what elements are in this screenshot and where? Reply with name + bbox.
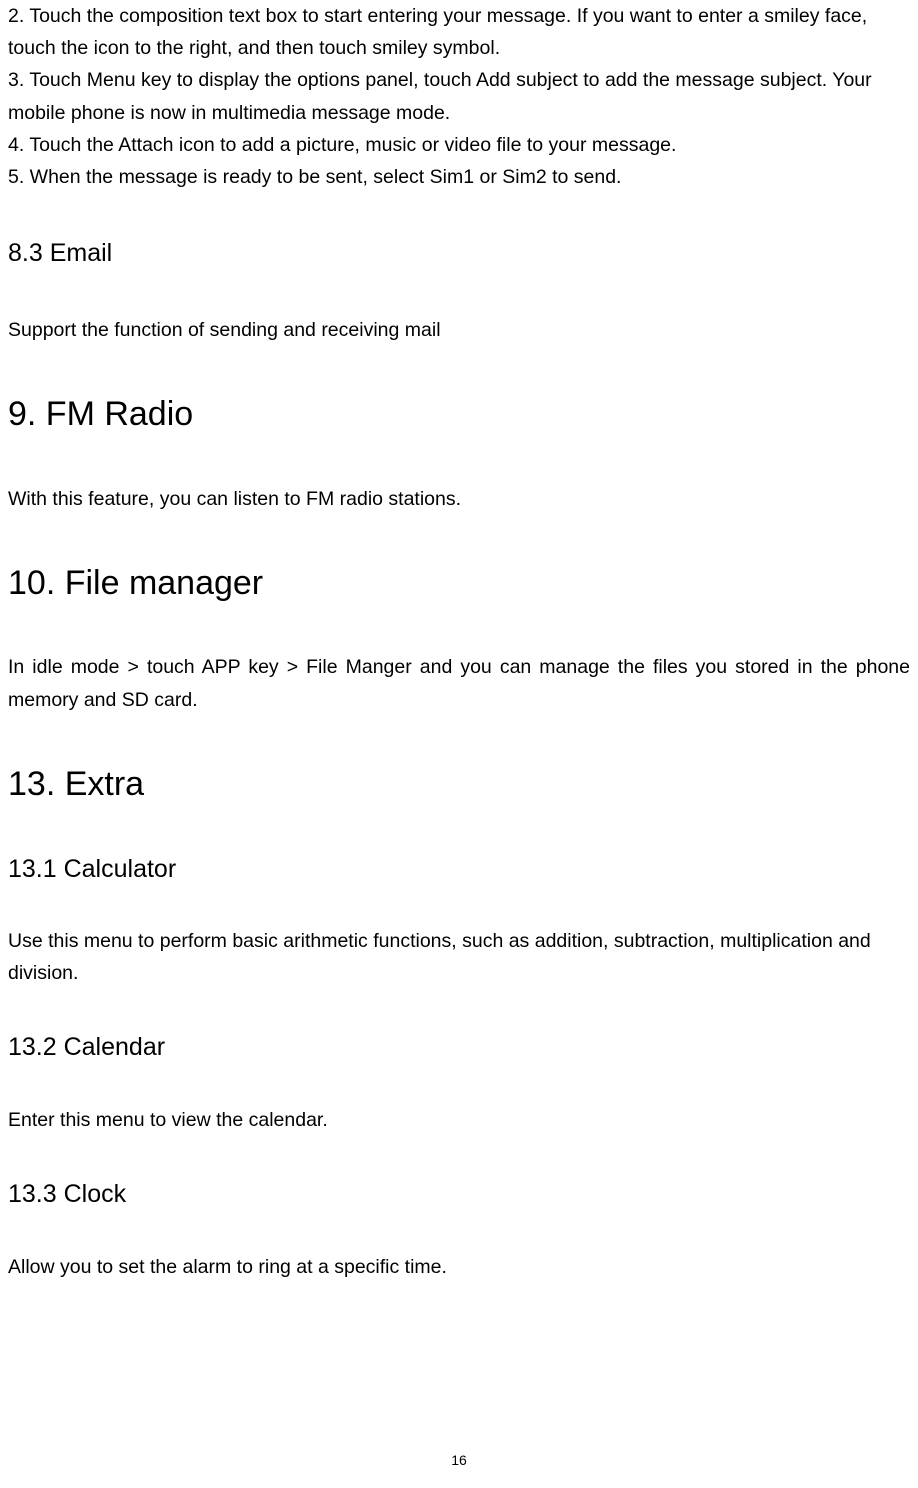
heading-file-manager: 10. File manager [8, 563, 910, 604]
body-clock: Allow you to set the alarm to ring at a … [8, 1251, 910, 1283]
body-calculator: Use this menu to perform basic arithmeti… [8, 925, 910, 989]
body-file-manager: In idle mode > touch APP key > File Mang… [8, 651, 910, 715]
body-fm-radio: With this feature, you can listen to FM … [8, 483, 910, 515]
step-2-text: 2. Touch the composition text box to sta… [8, 0, 910, 64]
step-5-text: 5. When the message is ready to be sent,… [8, 161, 910, 193]
heading-extra: 13. Extra [8, 764, 910, 805]
heading-email: 8.3 Email [8, 237, 910, 270]
step-4-text: 4. Touch the Attach icon to add a pictur… [8, 129, 910, 161]
step-3-text: 3. Touch Menu key to display the options… [8, 64, 910, 128]
page-number: 16 [0, 1452, 918, 1468]
heading-calculator: 13.1 Calculator [8, 853, 910, 886]
heading-calendar: 13.2 Calendar [8, 1031, 910, 1064]
body-calendar: Enter this menu to view the calendar. [8, 1104, 910, 1136]
heading-clock: 13.3 Clock [8, 1178, 910, 1211]
heading-fm-radio: 9. FM Radio [8, 394, 910, 435]
body-email: Support the function of sending and rece… [8, 314, 910, 346]
